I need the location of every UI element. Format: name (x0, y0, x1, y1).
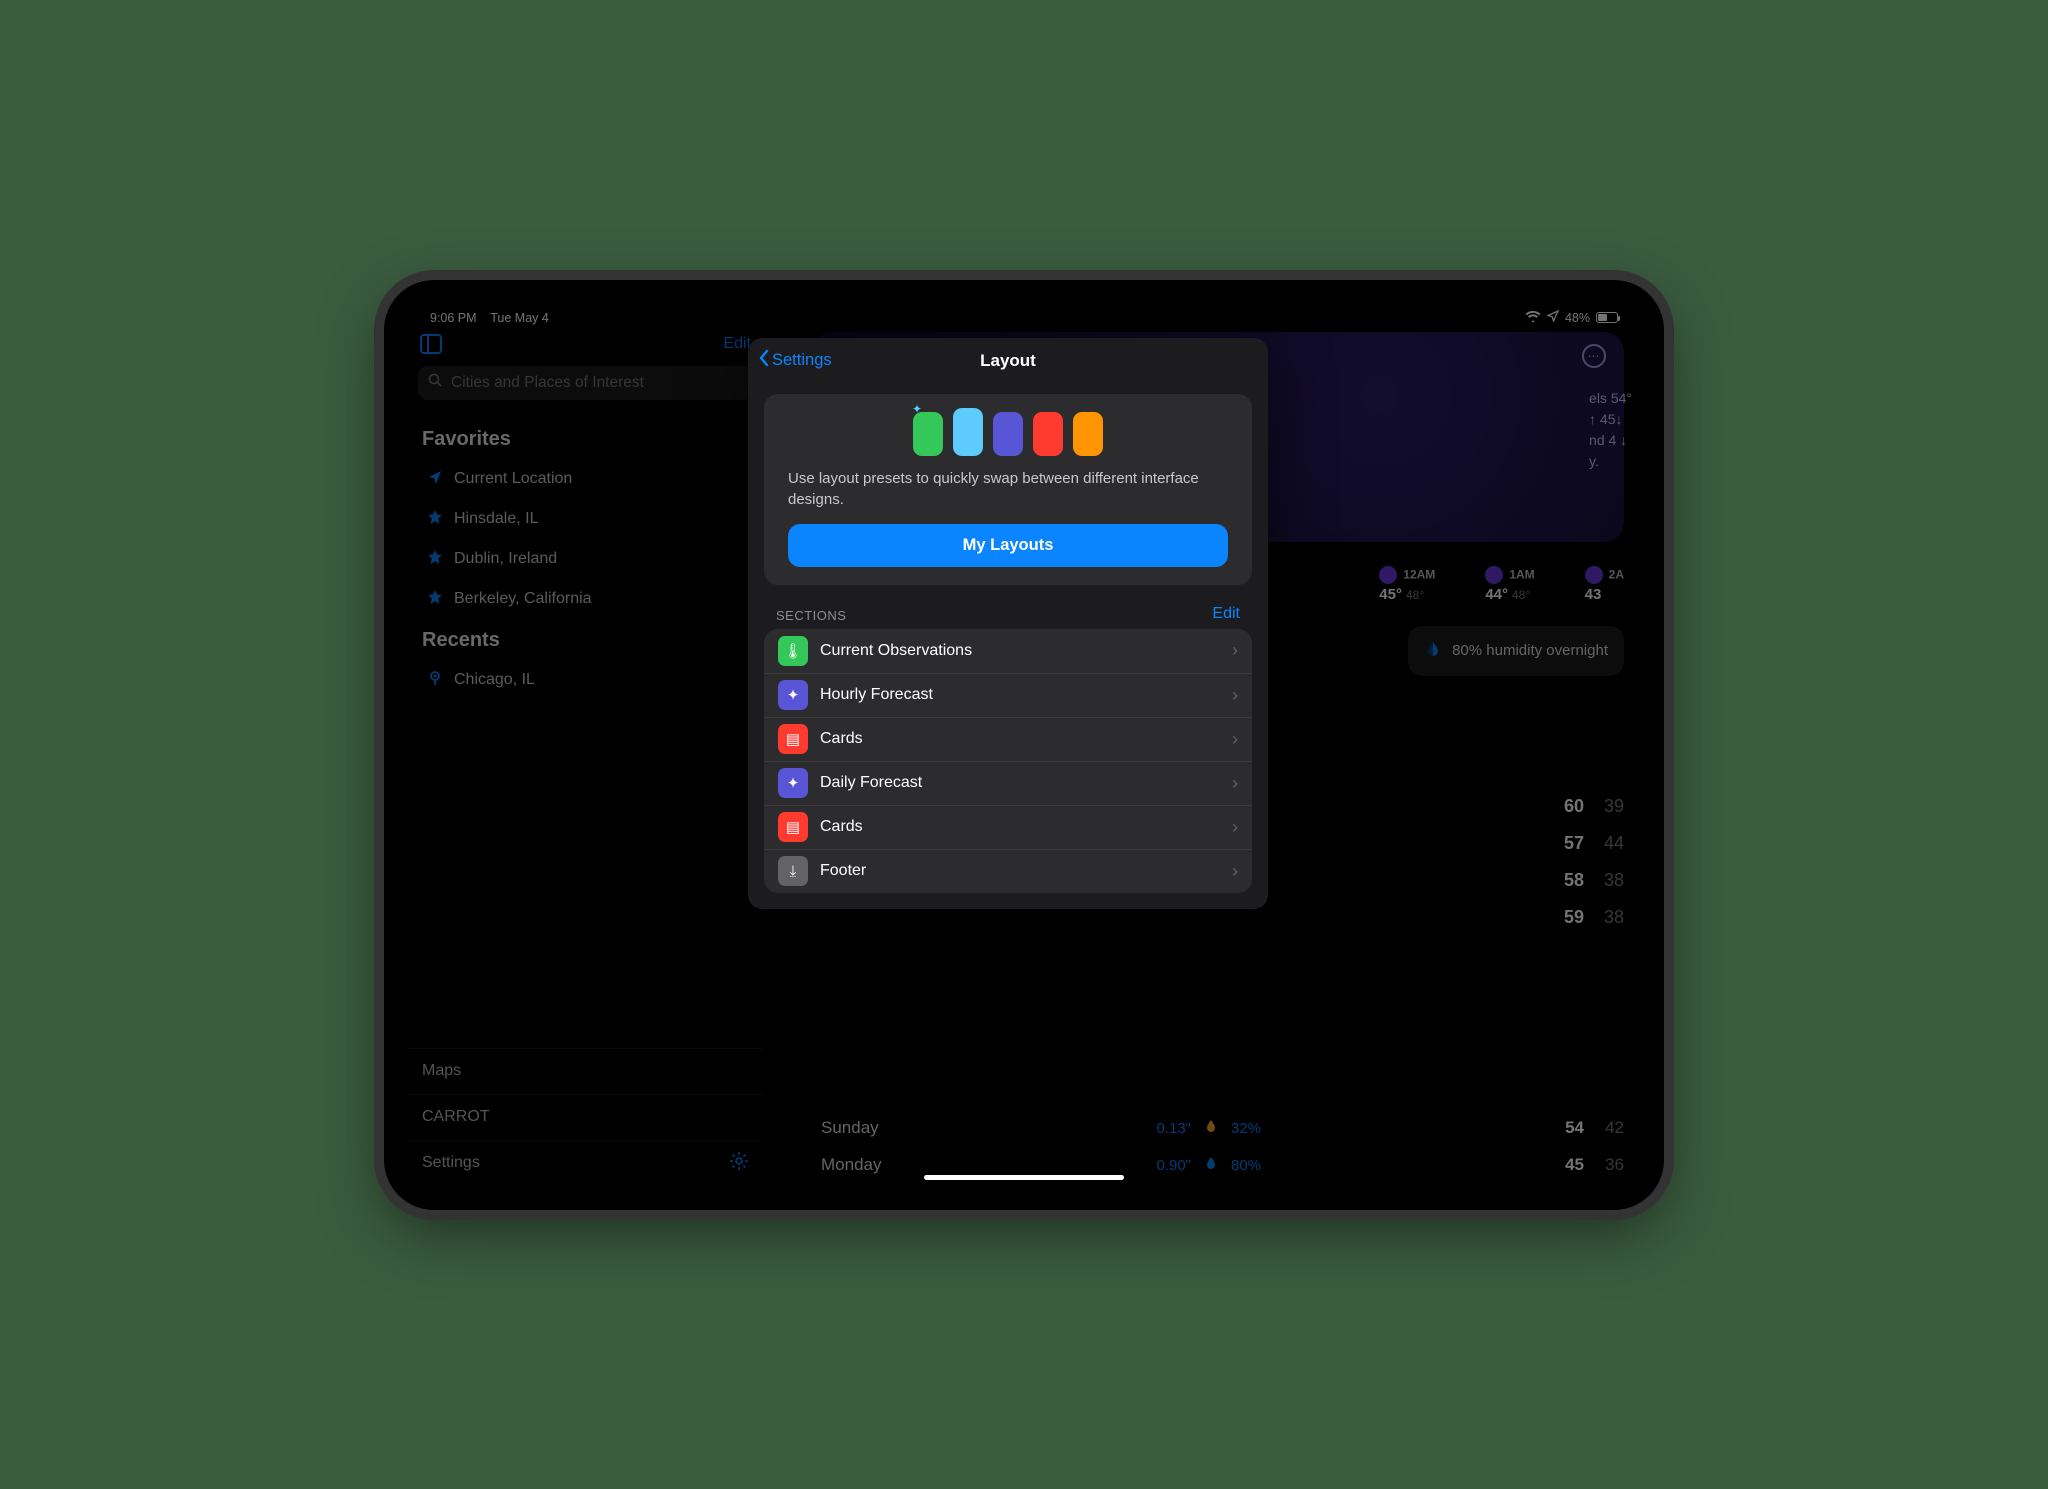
chevron-right-icon: › (1232, 861, 1238, 882)
section-row[interactable]: ✦ Daily Forecast› (764, 761, 1252, 805)
preset-swatch[interactable] (913, 412, 943, 456)
preset-swatch[interactable] (993, 412, 1023, 456)
section-row[interactable]: ⤓ Footer› (764, 849, 1252, 893)
section-row[interactable]: ▤ Cards› (764, 717, 1252, 761)
section-label: Footer (820, 862, 1232, 880)
sheet-title: Layout (980, 351, 1036, 371)
section-icon: ▤ (778, 812, 808, 842)
ipad-frame: 9:06 PM Tue May 4 48% Edit (384, 280, 1664, 1210)
chevron-right-icon: › (1232, 729, 1238, 750)
my-layouts-button[interactable]: My Layouts (788, 524, 1228, 567)
sections-header: SECTIONS (776, 608, 846, 623)
section-label: Current Observations (820, 642, 1232, 660)
sections-edit-button[interactable]: Edit (1212, 605, 1240, 623)
chevron-right-icon: › (1232, 817, 1238, 838)
preset-row: ✦ (788, 412, 1228, 456)
section-label: Cards (820, 818, 1232, 836)
section-label: Cards (820, 730, 1232, 748)
back-button[interactable]: Settings (758, 338, 832, 384)
back-label: Settings (772, 351, 832, 370)
section-label: Daily Forecast (820, 774, 1232, 792)
preset-swatch[interactable] (953, 408, 983, 456)
presets-description: Use layout presets to quickly swap betwe… (788, 468, 1228, 510)
preset-swatch[interactable] (1073, 412, 1103, 456)
layout-sheet: Settings Layout ✦ Use layout presets to … (748, 338, 1268, 909)
sections-list: 🌡Current Observations›✦Hourly Forecast›▤… (764, 629, 1252, 893)
section-label: Hourly Forecast (820, 686, 1232, 704)
chevron-right-icon: › (1232, 773, 1238, 794)
sheet-nav: Settings Layout (748, 338, 1268, 384)
section-icon: ⤓ (778, 856, 808, 886)
section-icon: ✦ (778, 768, 808, 798)
home-indicator[interactable] (924, 1175, 1124, 1180)
chevron-right-icon: › (1232, 640, 1238, 661)
section-icon: ✦ (778, 680, 808, 710)
spark-icon: ✦ (912, 402, 922, 416)
section-row[interactable]: ▤ Cards› (764, 805, 1252, 849)
screen: 9:06 PM Tue May 4 48% Edit (408, 304, 1640, 1186)
chevron-left-icon (758, 349, 770, 372)
section-icon: ▤ (778, 724, 808, 754)
section-row[interactable]: 🌡 Current Observations› (764, 629, 1252, 673)
section-icon: 🌡 (778, 636, 808, 666)
section-row[interactable]: ✦ Hourly Forecast› (764, 673, 1252, 717)
preset-swatch[interactable] (1033, 412, 1063, 456)
chevron-right-icon: › (1232, 685, 1238, 706)
presets-card: ✦ Use layout presets to quickly swap bet… (764, 394, 1252, 585)
